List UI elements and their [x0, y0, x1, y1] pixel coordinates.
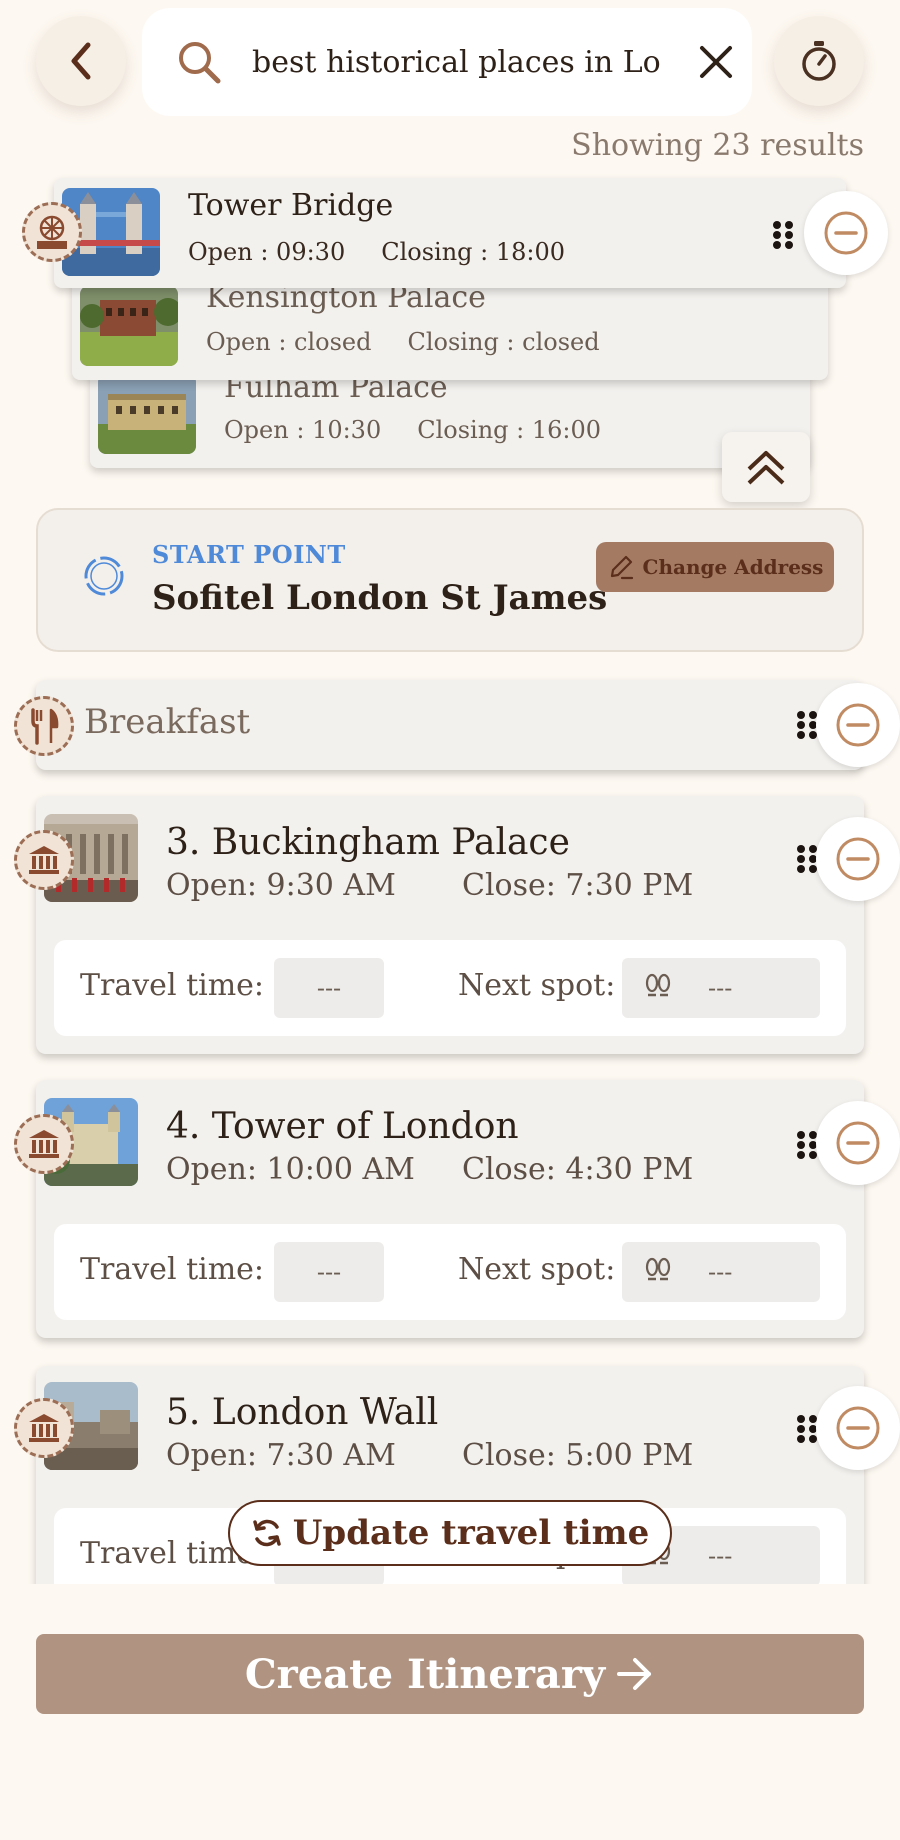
place-photo: [98, 374, 196, 454]
remove-button[interactable]: [816, 1101, 900, 1185]
stop-open-time: Open: 7:30 AM: [166, 1438, 396, 1473]
open-time: Open : 09:30: [188, 238, 346, 266]
minus-circle-icon: [836, 837, 880, 881]
create-itinerary-button[interactable]: Create Itinerary: [36, 1634, 864, 1714]
remove-button[interactable]: [816, 683, 900, 767]
minus-circle-icon: [836, 703, 880, 747]
museum-icon: [14, 830, 74, 890]
footsteps-icon: [645, 1257, 671, 1281]
result-hours: Open : 10:30 Closing : 16:00: [224, 416, 601, 444]
travel-time-label: Travel time:: [80, 968, 265, 1003]
meal-label: Breakfast: [84, 702, 251, 742]
stop-close-time: Close: 5:00 PM: [462, 1438, 694, 1473]
drag-handle-icon[interactable]: [796, 710, 818, 740]
start-point-label: START POINT: [152, 540, 346, 569]
start-point-name: Sofitel London St James: [152, 578, 608, 618]
museum-icon: [14, 1114, 74, 1174]
stop-title: 5. London Wall: [166, 1392, 439, 1433]
search-icon: [179, 42, 221, 84]
arrow-right-icon: [617, 1658, 652, 1690]
pencil-icon: [610, 555, 633, 580]
change-address-button[interactable]: Change Address: [596, 542, 834, 592]
back-button[interactable]: [36, 16, 126, 106]
itinerary-stop-tower-of-london[interactable]: 4. Tower of London Open: 10:00 AM Close:…: [36, 1080, 864, 1338]
result-title: Tower Bridge: [188, 188, 394, 223]
place-photo: [80, 286, 178, 366]
remove-button[interactable]: [816, 1386, 900, 1470]
minus-circle-icon: [836, 1406, 880, 1450]
travel-info-panel: Travel time: --- Next spot: ---: [54, 1224, 846, 1320]
chevron-left-icon: [71, 42, 91, 80]
next-spot-label: Next spot:: [458, 968, 616, 1003]
search-input[interactable]: best historical places in Lo: [252, 45, 672, 80]
results-count: Showing 23 results: [571, 128, 864, 163]
closing-time: Closing : closed: [407, 328, 600, 356]
stop-open-time: Open: 9:30 AM: [166, 868, 396, 903]
next-spot-value: ---: [708, 1542, 733, 1570]
location-ring-icon: [84, 556, 124, 596]
stopwatch-icon: [802, 41, 836, 81]
next-spot-selector[interactable]: ---: [622, 1242, 820, 1302]
museum-icon: [14, 1398, 74, 1458]
result-card-tower-bridge[interactable]: Tower Bridge Open : 09:30 Closing : 18:00: [54, 178, 846, 288]
drag-handle-icon[interactable]: [772, 220, 794, 250]
footsteps-icon: [645, 973, 671, 997]
meal-item-breakfast[interactable]: Breakfast: [36, 680, 864, 770]
update-travel-time-button[interactable]: Update travel time: [228, 1500, 672, 1566]
ferris-wheel-icon: [22, 202, 82, 262]
update-travel-time-label: Update travel time: [292, 1513, 650, 1553]
result-hours: Open : 09:30 Closing : 18:00: [188, 238, 565, 266]
stop-open-time: Open: 10:00 AM: [166, 1152, 415, 1187]
cutlery-icon: [14, 696, 74, 756]
drag-handle-icon[interactable]: [796, 1414, 818, 1444]
minus-circle-icon: [836, 1121, 880, 1165]
travel-time-label: Travel time:: [80, 1252, 265, 1287]
refresh-icon: [253, 1519, 281, 1547]
close-icon[interactable]: [696, 42, 736, 82]
itinerary-stop-buckingham-palace[interactable]: 3. Buckingham Palace Open: 9:30 AM Close…: [36, 796, 864, 1054]
next-spot-label: Next spot:: [458, 1252, 616, 1287]
timer-button[interactable]: [774, 16, 864, 106]
chevron-double-up-icon: [747, 451, 785, 485]
result-hours: Open : closed Closing : closed: [206, 328, 600, 356]
closing-time: Closing : 18:00: [381, 238, 566, 266]
minus-circle-icon: [824, 211, 868, 255]
create-itinerary-label: Create Itinerary: [244, 1650, 606, 1698]
closing-time: Closing : 16:00: [417, 416, 602, 444]
change-address-label: Change Address: [642, 555, 824, 579]
stop-title: 3. Buckingham Palace: [166, 822, 570, 863]
open-time: Open : closed: [206, 328, 372, 356]
remove-button[interactable]: [804, 191, 888, 275]
stop-close-time: Close: 4:30 PM: [462, 1152, 694, 1187]
remove-button[interactable]: [816, 817, 900, 901]
drag-handle-icon[interactable]: [796, 844, 818, 874]
open-time: Open : 10:30: [224, 416, 382, 444]
next-spot-value: ---: [708, 1258, 733, 1286]
search-bar[interactable]: best historical places in Lo: [142, 8, 752, 116]
next-spot-selector[interactable]: ---: [622, 958, 820, 1018]
collapse-results-button[interactable]: [722, 432, 810, 502]
drag-handle-icon[interactable]: [796, 1130, 818, 1160]
travel-time-value[interactable]: ---: [274, 1242, 384, 1302]
travel-info-panel: Travel time: --- Next spot: ---: [54, 940, 846, 1036]
stop-close-time: Close: 7:30 PM: [462, 868, 694, 903]
stop-title: 4. Tower of London: [166, 1106, 519, 1147]
next-spot-value: ---: [708, 974, 733, 1002]
start-point-card: START POINT Sofitel London St James Chan…: [36, 508, 864, 652]
travel-time-value[interactable]: ---: [274, 958, 384, 1018]
